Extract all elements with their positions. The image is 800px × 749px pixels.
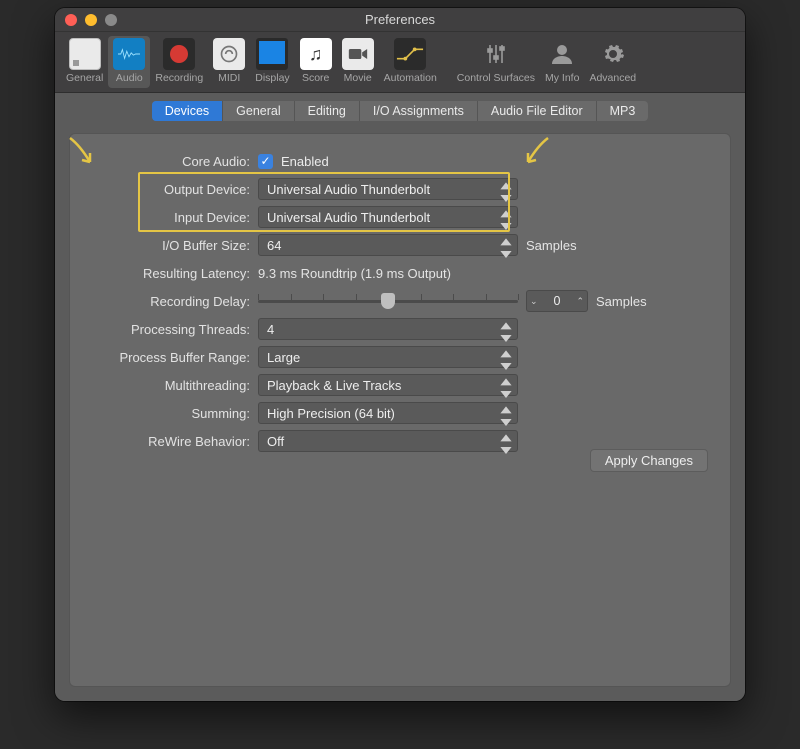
zoom-icon[interactable] (105, 14, 117, 26)
toolbar-my-info[interactable]: My Info (540, 36, 584, 88)
preferences-window: Preferences General Audio Recording MIDI… (55, 8, 745, 701)
titlebar: Preferences (55, 8, 745, 32)
processing-threads-select[interactable]: 4 (258, 318, 518, 340)
recording-delay-stepper[interactable]: ⌄ 0 ⌃ (526, 290, 588, 312)
toolbar-control-surfaces[interactable]: Control Surfaces (452, 36, 540, 88)
devices-panel: Core Audio: ✓ Enabled Output Device: Uni… (69, 133, 731, 687)
label-process-buffer-range: Process Buffer Range: (92, 350, 258, 365)
unit-samples: Samples (596, 294, 647, 309)
toolbar-label: Advanced (589, 72, 636, 84)
io-buffer-select[interactable]: 64 (258, 234, 518, 256)
input-device-select[interactable]: Universal Audio Thunderbolt (258, 206, 518, 228)
tab-audio-file-editor[interactable]: Audio File Editor (478, 101, 597, 121)
select-value: High Precision (64 bit) (267, 406, 395, 421)
label-rewire: ReWire Behavior: (92, 434, 258, 449)
select-value: Large (267, 350, 300, 365)
tab-general[interactable]: General (223, 101, 294, 121)
rewire-select[interactable]: Off (258, 430, 518, 452)
toolbar-label: Control Surfaces (457, 72, 535, 84)
chevron-updown-icon (499, 181, 513, 199)
label-core-audio: Core Audio: (92, 154, 258, 169)
toolbar-label: Display (255, 72, 289, 84)
label-io-buffer: I/O Buffer Size: (92, 238, 258, 253)
automation-icon (394, 38, 426, 70)
toolbar-automation[interactable]: Automation (379, 36, 442, 88)
person-icon (546, 38, 578, 70)
stepper-value: 0 (554, 294, 561, 308)
toolbar-label: MIDI (218, 72, 240, 84)
audio-icon (113, 38, 145, 70)
toolbar-recording[interactable]: Recording (150, 36, 208, 88)
chevron-updown-icon (499, 237, 513, 255)
select-value: Playback & Live Tracks (267, 378, 401, 393)
tab-mp3[interactable]: MP3 (597, 101, 649, 121)
label-input-device: Input Device: (92, 210, 258, 225)
unit-samples: Samples (526, 238, 577, 253)
chevron-up-icon[interactable]: ⌃ (576, 297, 584, 306)
toolbar-label: Automation (384, 72, 437, 84)
multithreading-select[interactable]: Playback & Live Tracks (258, 374, 518, 396)
label-summing: Summing: (92, 406, 258, 421)
score-icon: ♫ (300, 38, 332, 70)
toolbar: General Audio Recording MIDI Display ♫ S… (55, 32, 745, 93)
midi-icon (213, 38, 245, 70)
toolbar-label: Audio (116, 72, 143, 84)
sliders-icon (480, 38, 512, 70)
toolbar-score[interactable]: ♫ Score (295, 36, 337, 88)
select-value: 4 (267, 322, 274, 337)
toolbar-label: Recording (155, 72, 203, 84)
label-output-device: Output Device: (92, 182, 258, 197)
tab-devices[interactable]: Devices (152, 101, 223, 121)
close-icon[interactable] (65, 14, 77, 26)
record-icon (163, 38, 195, 70)
toolbar-label: Movie (344, 72, 372, 84)
toolbar-label: General (66, 72, 103, 84)
chevron-updown-icon (499, 349, 513, 367)
summing-select[interactable]: High Precision (64 bit) (258, 402, 518, 424)
button-label: Apply Changes (605, 453, 693, 468)
minimize-icon[interactable] (85, 14, 97, 26)
toolbar-midi[interactable]: MIDI (208, 36, 250, 88)
toolbar-advanced[interactable]: Advanced (584, 36, 641, 88)
label-multithreading: Multithreading: (92, 378, 258, 393)
resulting-latency-value: 9.3 ms Roundtrip (1.9 ms Output) (258, 266, 451, 281)
toolbar-display[interactable]: Display (250, 36, 294, 88)
label-resulting-latency: Resulting Latency: (92, 266, 258, 281)
label-processing-threads: Processing Threads: (92, 322, 258, 337)
chevron-updown-icon (499, 209, 513, 227)
label-recording-delay: Recording Delay: (92, 294, 258, 309)
content-area: Devices General Editing I/O Assignments … (55, 93, 745, 701)
movie-icon (342, 38, 374, 70)
apply-changes-button[interactable]: Apply Changes (590, 449, 708, 472)
window-controls (65, 14, 117, 26)
toolbar-movie[interactable]: Movie (337, 36, 379, 88)
chevron-updown-icon (499, 377, 513, 395)
general-icon (69, 38, 101, 70)
window-title: Preferences (365, 12, 435, 27)
chevron-updown-icon (499, 433, 513, 451)
select-value: Universal Audio Thunderbolt (267, 182, 430, 197)
tab-editing[interactable]: Editing (295, 101, 360, 121)
display-icon (256, 38, 288, 70)
output-device-select[interactable]: Universal Audio Thunderbolt (258, 178, 518, 200)
process-buffer-range-select[interactable]: Large (258, 346, 518, 368)
select-value: 64 (267, 238, 281, 253)
tab-io-assignments[interactable]: I/O Assignments (360, 101, 478, 121)
toolbar-general[interactable]: General (61, 36, 108, 88)
select-value: Universal Audio Thunderbolt (267, 210, 430, 225)
select-value: Off (267, 434, 284, 449)
slider-thumb-icon[interactable] (381, 293, 395, 309)
subtabs: Devices General Editing I/O Assignments … (152, 101, 649, 121)
toolbar-label: Score (302, 72, 329, 84)
gear-icon (597, 38, 629, 70)
core-audio-checkbox[interactable]: ✓ (258, 154, 273, 169)
toolbar-audio[interactable]: Audio (108, 36, 150, 88)
chevron-updown-icon (499, 405, 513, 423)
toolbar-label: My Info (545, 72, 579, 84)
chevron-updown-icon (499, 321, 513, 339)
chevron-down-icon[interactable]: ⌄ (530, 297, 538, 306)
recording-delay-slider[interactable] (258, 291, 518, 311)
label-enabled: Enabled (281, 154, 329, 169)
